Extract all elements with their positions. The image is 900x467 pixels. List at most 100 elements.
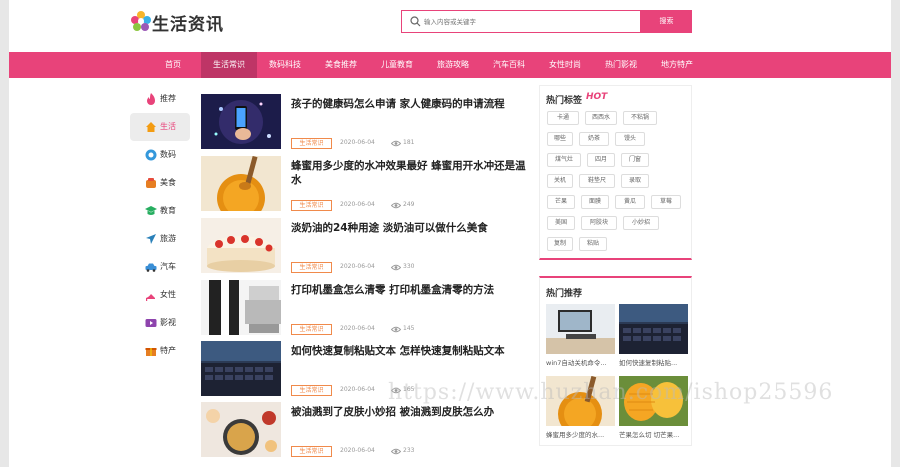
- tag-link[interactable]: 鞋垫尺: [579, 174, 615, 188]
- article-item[interactable]: 孩子的健康码怎么申请 家人健康码的申请流程 生活常识 2020-06-04 18…: [201, 94, 531, 149]
- search-button[interactable]: 搜索: [641, 10, 692, 33]
- tag-link[interactable]: 四月: [587, 153, 615, 167]
- hot-tags-panel: 热门标签 HOT 卡通 西西水 不粘锅 哪些 奶茶 馒头 煤气灶 四月 门窗 关…: [539, 85, 692, 260]
- sidebar-item-travel[interactable]: 旅游: [130, 225, 190, 253]
- recommend-caption: 蜂蜜用多少度的水...: [546, 431, 605, 439]
- article-category-tag[interactable]: 生活常识: [291, 262, 332, 273]
- eye-icon: [391, 264, 401, 271]
- sidebar-item-education[interactable]: 教育: [130, 197, 190, 225]
- laptop-keyboard-image: [201, 341, 281, 396]
- search-input[interactable]: [424, 14, 634, 29]
- article-thumbnail[interactable]: [201, 280, 281, 335]
- article-title[interactable]: 蜂蜜用多少度的水冲效果最好 蜂蜜用开水冲还是温水: [291, 159, 526, 187]
- tag-link[interactable]: 奶茶: [579, 132, 609, 146]
- article-category-tag[interactable]: 生活常识: [291, 200, 332, 211]
- nav-item-life[interactable]: 生活常识: [201, 52, 257, 78]
- article-views: 145: [403, 325, 415, 332]
- sidebar-item-specialty[interactable]: 特产: [130, 337, 190, 365]
- article-date: 2020-06-04: [340, 201, 375, 208]
- article-item[interactable]: 被油溅到了皮肤小妙招 被油溅到皮肤怎么办 生活常识 2020-06-04 233: [201, 402, 531, 457]
- article-meta: 生活常识 2020-06-04 145: [291, 324, 491, 336]
- cream-cake-image: [201, 218, 281, 273]
- sidebar-item-label: 女性: [160, 290, 176, 299]
- nav-item-food[interactable]: 美食推荐: [313, 52, 369, 78]
- nav-item-fashion[interactable]: 女性时尚: [537, 52, 593, 78]
- home-icon: [146, 122, 156, 132]
- tag-link[interactable]: 关机: [547, 174, 573, 188]
- article-thumbnail[interactable]: [201, 218, 281, 273]
- nav-item-home[interactable]: 首页: [145, 52, 201, 78]
- left-margin: [0, 0, 9, 467]
- article-category-tag[interactable]: 生活常识: [291, 446, 332, 457]
- tag-link[interactable]: 美国: [547, 216, 575, 230]
- article-category-tag[interactable]: 生活常识: [291, 138, 332, 149]
- nav-item-travel[interactable]: 旅游攻略: [425, 52, 481, 78]
- article-date: 2020-06-04: [340, 447, 375, 454]
- article-title[interactable]: 被油溅到了皮肤小妙招 被油溅到皮肤怎么办: [291, 405, 526, 419]
- article-thumbnail[interactable]: [201, 402, 281, 457]
- search-bar: 搜索: [401, 10, 692, 33]
- article-thumbnail[interactable]: [201, 156, 281, 211]
- category-sidebar: 推荐 生活 数码 美食 教育 旅游 汽车 女性 影视 特产: [130, 85, 190, 365]
- nav-item-car[interactable]: 汽车百科: [481, 52, 537, 78]
- tag-link[interactable]: 黄瓜: [615, 195, 645, 209]
- sidebar-item-car[interactable]: 汽车: [130, 253, 190, 281]
- eye-icon: [391, 326, 401, 333]
- recommend-thumbnail: [546, 304, 615, 354]
- sidebar-item-recommend[interactable]: 推荐: [130, 85, 190, 113]
- sidebar-item-label: 推荐: [160, 94, 176, 103]
- tag-link[interactable]: 粘贴: [579, 237, 607, 251]
- tag-link[interactable]: 西西水: [585, 111, 617, 125]
- tag-link[interactable]: 草莓: [651, 195, 681, 209]
- article-thumbnail[interactable]: [201, 94, 281, 149]
- sidebar-item-label: 旅游: [160, 234, 176, 243]
- article-date: 2020-06-04: [340, 139, 375, 146]
- sidebar-item-digital[interactable]: 数码: [130, 141, 190, 169]
- tag-link[interactable]: 录取: [621, 174, 649, 188]
- tag-link[interactable]: 门窗: [621, 153, 649, 167]
- site-logo[interactable]: 生活资讯: [130, 9, 230, 35]
- tag-link[interactable]: 复制: [547, 237, 573, 251]
- article-category-tag[interactable]: 生活常识: [291, 324, 332, 335]
- sidebar-item-life[interactable]: 生活: [130, 113, 190, 141]
- tag-link[interactable]: 芒果: [547, 195, 575, 209]
- sidebar-item-movies[interactable]: 影视: [130, 309, 190, 337]
- tag-link[interactable]: 阿胶块: [581, 216, 617, 230]
- car-icon: [145, 263, 157, 272]
- main-nav: 首页 生活常识 数码科技 美食推荐 儿童教育 旅游攻略 汽车百科 女性时尚 热门…: [9, 52, 891, 78]
- article-item[interactable]: 打印机墨盒怎么清零 打印机墨盒清零的方法 生活常识 2020-06-04 145: [201, 280, 531, 335]
- logo-text: 生活资讯: [152, 15, 224, 35]
- article-title[interactable]: 如何快速复制粘贴文本 怎样快速复制粘贴文本: [291, 344, 526, 358]
- sidebar-item-label: 数码: [160, 150, 176, 159]
- recommend-caption: 芒果怎么切 切芒果...: [619, 431, 680, 439]
- sidebar-item-food[interactable]: 美食: [130, 169, 190, 197]
- tag-link[interactable]: 卡通: [547, 111, 579, 125]
- article-title[interactable]: 孩子的健康码怎么申请 家人健康码的申请流程: [291, 97, 526, 111]
- tag-link[interactable]: 小妙招: [623, 216, 659, 230]
- article-item[interactable]: 淡奶油的24种用途 淡奶油可以做什么美食 生活常识 2020-06-04 330: [201, 218, 531, 273]
- nav-item-movies[interactable]: 热门影视: [593, 52, 649, 78]
- nav-item-specialty[interactable]: 地方特产: [649, 52, 705, 78]
- hot-tags-title: 热门标签: [546, 96, 583, 106]
- article-item[interactable]: 蜂蜜用多少度的水冲效果最好 蜂蜜用开水冲还是温水 生活常识 2020-06-04…: [201, 156, 531, 211]
- article-title[interactable]: 淡奶油的24种用途 淡奶油可以做什么美食: [291, 221, 526, 235]
- nav-item-education[interactable]: 儿童教育: [369, 52, 425, 78]
- article-meta: 生活常识 2020-06-04 249: [291, 200, 491, 212]
- article-thumbnail[interactable]: [201, 341, 281, 396]
- tag-link[interactable]: 哪些: [547, 132, 573, 146]
- tag-link[interactable]: 馒头: [615, 132, 645, 146]
- sidebar-item-label: 特产: [160, 346, 176, 355]
- tag-link[interactable]: 面膜: [581, 195, 609, 209]
- tag-link[interactable]: 煤气灶: [547, 153, 581, 167]
- search-icon: [410, 16, 421, 27]
- video-icon: [145, 319, 157, 327]
- tag-link[interactable]: 不粘锅: [623, 111, 657, 125]
- nav-item-digital[interactable]: 数码科技: [257, 52, 313, 78]
- computer-desk-image: [546, 304, 615, 354]
- search-box: [401, 10, 641, 33]
- sidebar-item-label: 影视: [160, 318, 176, 327]
- article-category-tag[interactable]: 生活常识: [291, 385, 332, 396]
- article-title[interactable]: 打印机墨盒怎么清零 打印机墨盒清零的方法: [291, 283, 526, 297]
- sidebar-item-fashion[interactable]: 女性: [130, 281, 190, 309]
- recommend-caption: win7自动关机命令...: [546, 359, 607, 367]
